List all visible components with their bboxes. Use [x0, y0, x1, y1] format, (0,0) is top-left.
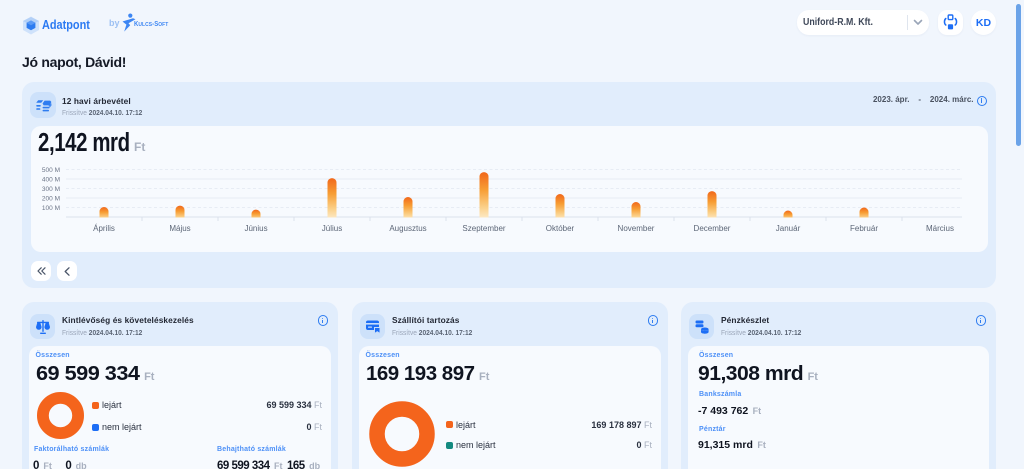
- svg-text:Július: Július: [322, 224, 342, 233]
- svg-text:Március: Március: [926, 224, 954, 233]
- svg-text:500 M: 500 M: [42, 167, 60, 174]
- svg-text:Június: Június: [244, 224, 267, 233]
- svg-text:Január: Január: [776, 224, 801, 233]
- svg-text:December: December: [694, 224, 731, 233]
- svg-text:Február: Február: [850, 224, 878, 233]
- svg-text:Május: Május: [169, 224, 190, 233]
- svg-text:100 M: 100 M: [42, 205, 60, 212]
- svg-text:November: November: [618, 224, 655, 233]
- svg-text:Szeptember: Szeptember: [462, 224, 505, 233]
- svg-text:300 M: 300 M: [42, 186, 60, 193]
- svg-text:400 M: 400 M: [42, 177, 60, 184]
- svg-text:Október: Október: [546, 224, 575, 233]
- svg-text:Augusztus: Augusztus: [389, 224, 426, 233]
- svg-text:Április: Április: [93, 224, 115, 233]
- svg-text:200 M: 200 M: [42, 196, 60, 203]
